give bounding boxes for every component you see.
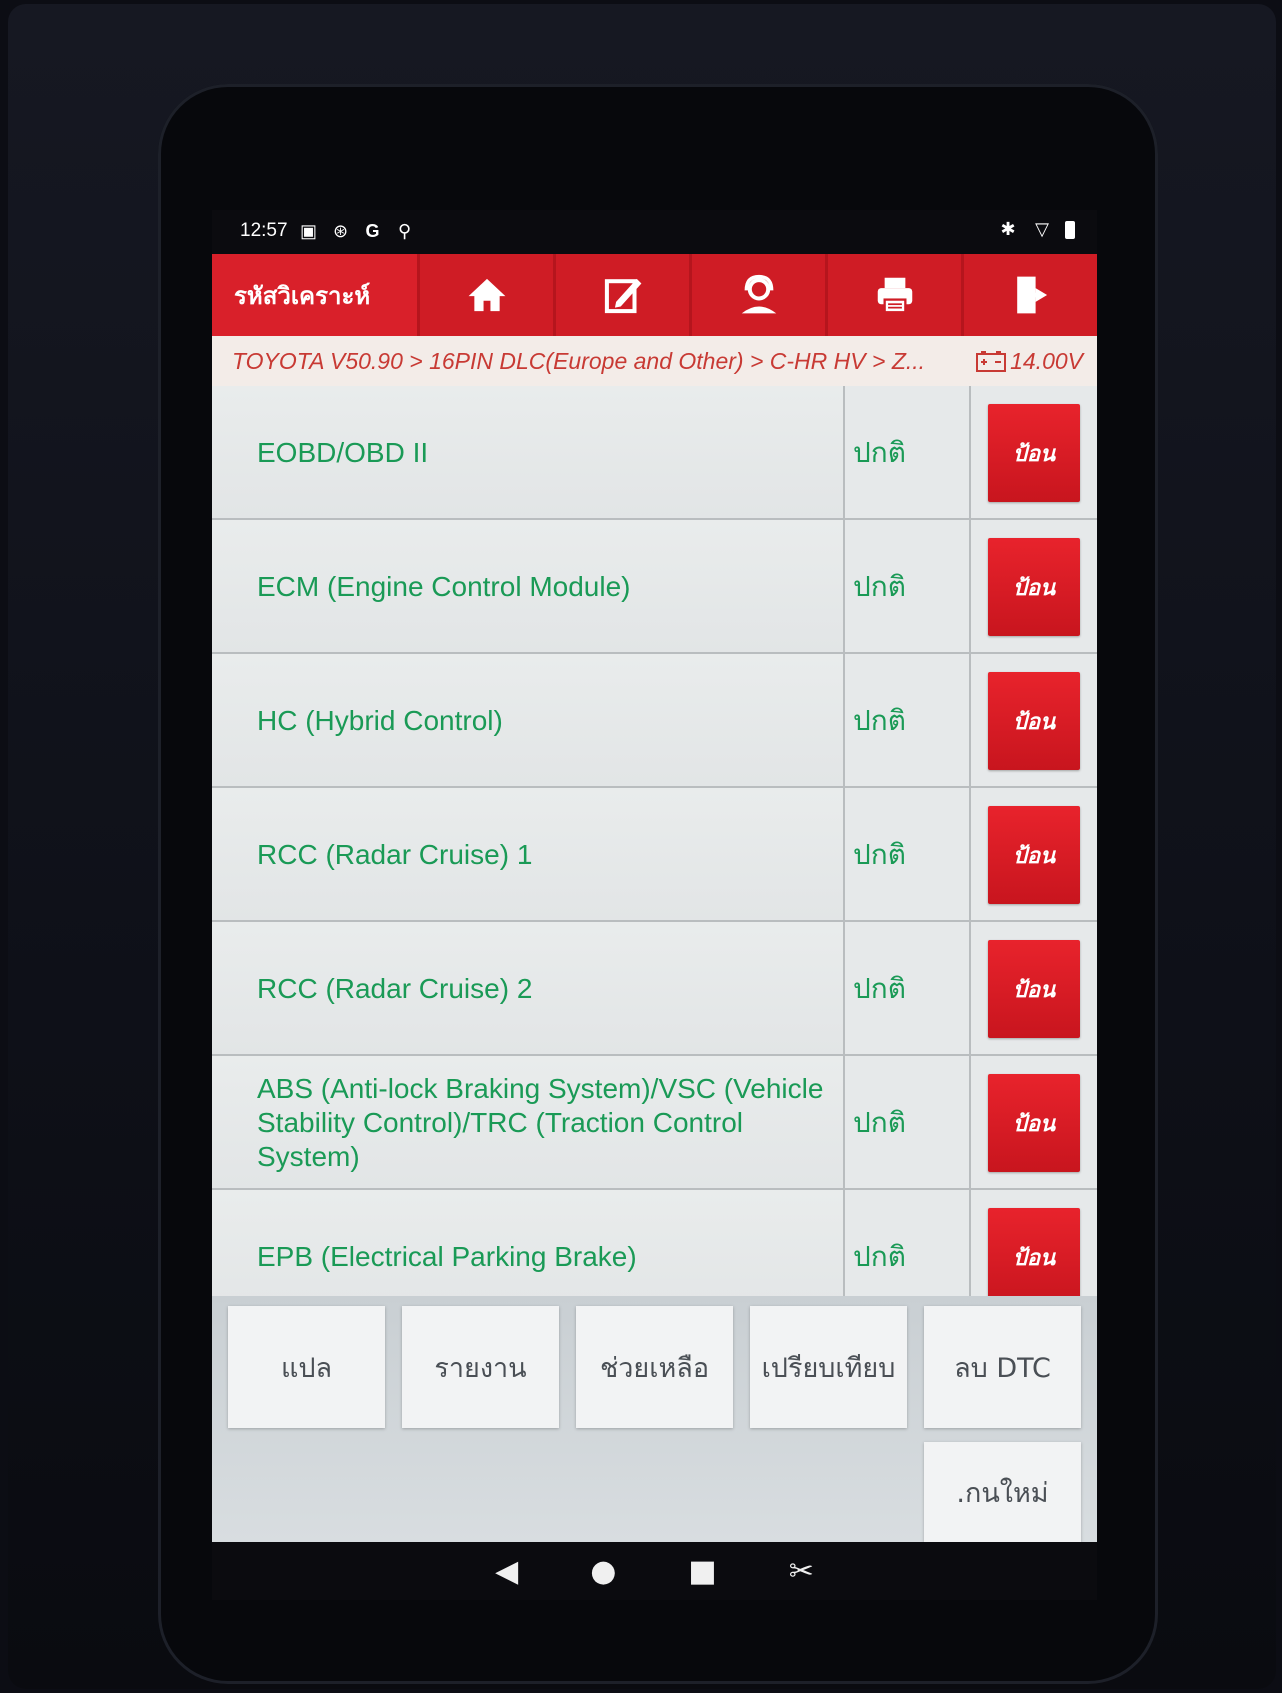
home-button[interactable] [417, 254, 553, 336]
translate-button[interactable]: แปล [228, 1306, 385, 1428]
list-item: RCC (Radar Cruise) 2 ปกติ ป้อน [212, 920, 1097, 1056]
list-item: HC (Hybrid Control) ปกติ ป้อน [212, 652, 1097, 788]
exit-button[interactable] [961, 254, 1097, 336]
compare-button[interactable]: เปรียบเทียบ [750, 1306, 907, 1428]
edit-button[interactable] [553, 254, 689, 336]
home-icon [468, 278, 505, 312]
google-icon: G [365, 221, 380, 241]
list-item: EPB (Electrical Parking Brake) ปกติ ป้อน [212, 1188, 1097, 1296]
system-status: ปกติ [845, 922, 971, 1056]
breadcrumb: TOYOTA V50.90 > 16PIN DLC(Europe and Oth… [212, 336, 1097, 386]
battery-voltage-icon [976, 351, 1007, 372]
print-icon [877, 277, 912, 314]
device-screen: 12:57 ▣ ⊛ G ⚲ ✱ ▽ รหัสวิเคราะห์ TOYOTA V… [212, 210, 1097, 1600]
system-name: HC (Hybrid Control) [212, 654, 845, 788]
recents-icon[interactable]: ■ [688, 1554, 716, 1589]
system-name: ECM (Engine Control Module) [212, 520, 845, 654]
exit-icon [1016, 276, 1047, 314]
voltage-indicator: 14.00V [976, 348, 1083, 375]
system-name: EOBD/OBD II [212, 386, 845, 520]
status-bar: 12:57 ▣ ⊛ G ⚲ ✱ ▽ [212, 210, 1097, 254]
screenshot-icon[interactable]: ✂ [789, 1554, 814, 1589]
voltage-value: 14.00V [1010, 347, 1083, 374]
enter-button[interactable]: ป้อน [988, 672, 1080, 770]
support-button[interactable] [689, 254, 825, 336]
enter-button[interactable]: ป้อน [988, 1074, 1080, 1172]
accessibility-icon: ⊛ [333, 221, 349, 241]
system-name: ABS (Anti-lock Braking System)/VSC (Vehi… [212, 1056, 845, 1190]
toolbar-title: รหัสวิเคราะห์ [234, 281, 371, 310]
enter-button[interactable]: ป้อน [988, 806, 1080, 904]
breadcrumb-path: TOYOTA V50.90 > 16PIN DLC(Europe and Oth… [232, 347, 926, 374]
android-nav-bar: ◀ ● ■ ✂ [212, 1542, 1097, 1600]
system-name: RCC (Radar Cruise) 1 [212, 788, 845, 922]
battery-icon [1065, 221, 1075, 239]
report-button[interactable]: รายงาน [402, 1306, 559, 1428]
wifi-icon: ▽ [1035, 219, 1049, 239]
image-icon: ▣ [300, 221, 318, 241]
enter-button[interactable]: ป้อน [988, 538, 1080, 636]
system-status: ปกติ [845, 386, 971, 520]
print-button[interactable] [825, 254, 961, 336]
system-status: ปกติ [845, 788, 971, 922]
list-item: EOBD/OBD II ปกติ ป้อน [212, 386, 1097, 520]
help-button[interactable]: ช่วยเหลือ [576, 1306, 733, 1428]
system-name: RCC (Radar Cruise) 2 [212, 922, 845, 1056]
enter-button[interactable]: ป้อน [988, 1208, 1080, 1296]
edit-icon [604, 278, 641, 314]
clear-dtc-button[interactable]: ลบ DTC [924, 1306, 1081, 1428]
system-status: ปกติ [845, 654, 971, 788]
system-status: ปกติ [845, 1056, 971, 1190]
back-icon[interactable]: ◀ [495, 1554, 518, 1589]
function-bar: แปล รายงาน ช่วยเหลือ เปรียบเทียบ ลบ DTC … [212, 1296, 1097, 1542]
top-toolbar: รหัสวิเคราะห์ [212, 254, 1097, 336]
usb-icon: ⚲ [397, 221, 412, 241]
bluetooth-icon: ✱ [1000, 219, 1016, 239]
list-item: ECM (Engine Control Module) ปกติ ป้อน [212, 518, 1097, 654]
enter-button[interactable]: ป้อน [988, 940, 1080, 1038]
support-icon [741, 274, 776, 314]
list-item: RCC (Radar Cruise) 1 ปกติ ป้อน [212, 786, 1097, 922]
list-item: ABS (Anti-lock Braking System)/VSC (Vehi… [212, 1054, 1097, 1190]
system-status: ปกติ [845, 520, 971, 654]
enter-button[interactable]: ป้อน [988, 404, 1080, 502]
clock: 12:57 [240, 220, 288, 241]
home-nav-icon[interactable]: ● [590, 1554, 616, 1589]
rescan-button[interactable]: .กนใหม่ [924, 1442, 1081, 1542]
system-status: ปกติ [845, 1190, 971, 1296]
system-name: EPB (Electrical Parking Brake) [212, 1190, 845, 1296]
system-list[interactable]: EOBD/OBD II ปกติ ป้อน ECM (Engine Contro… [212, 386, 1097, 1296]
